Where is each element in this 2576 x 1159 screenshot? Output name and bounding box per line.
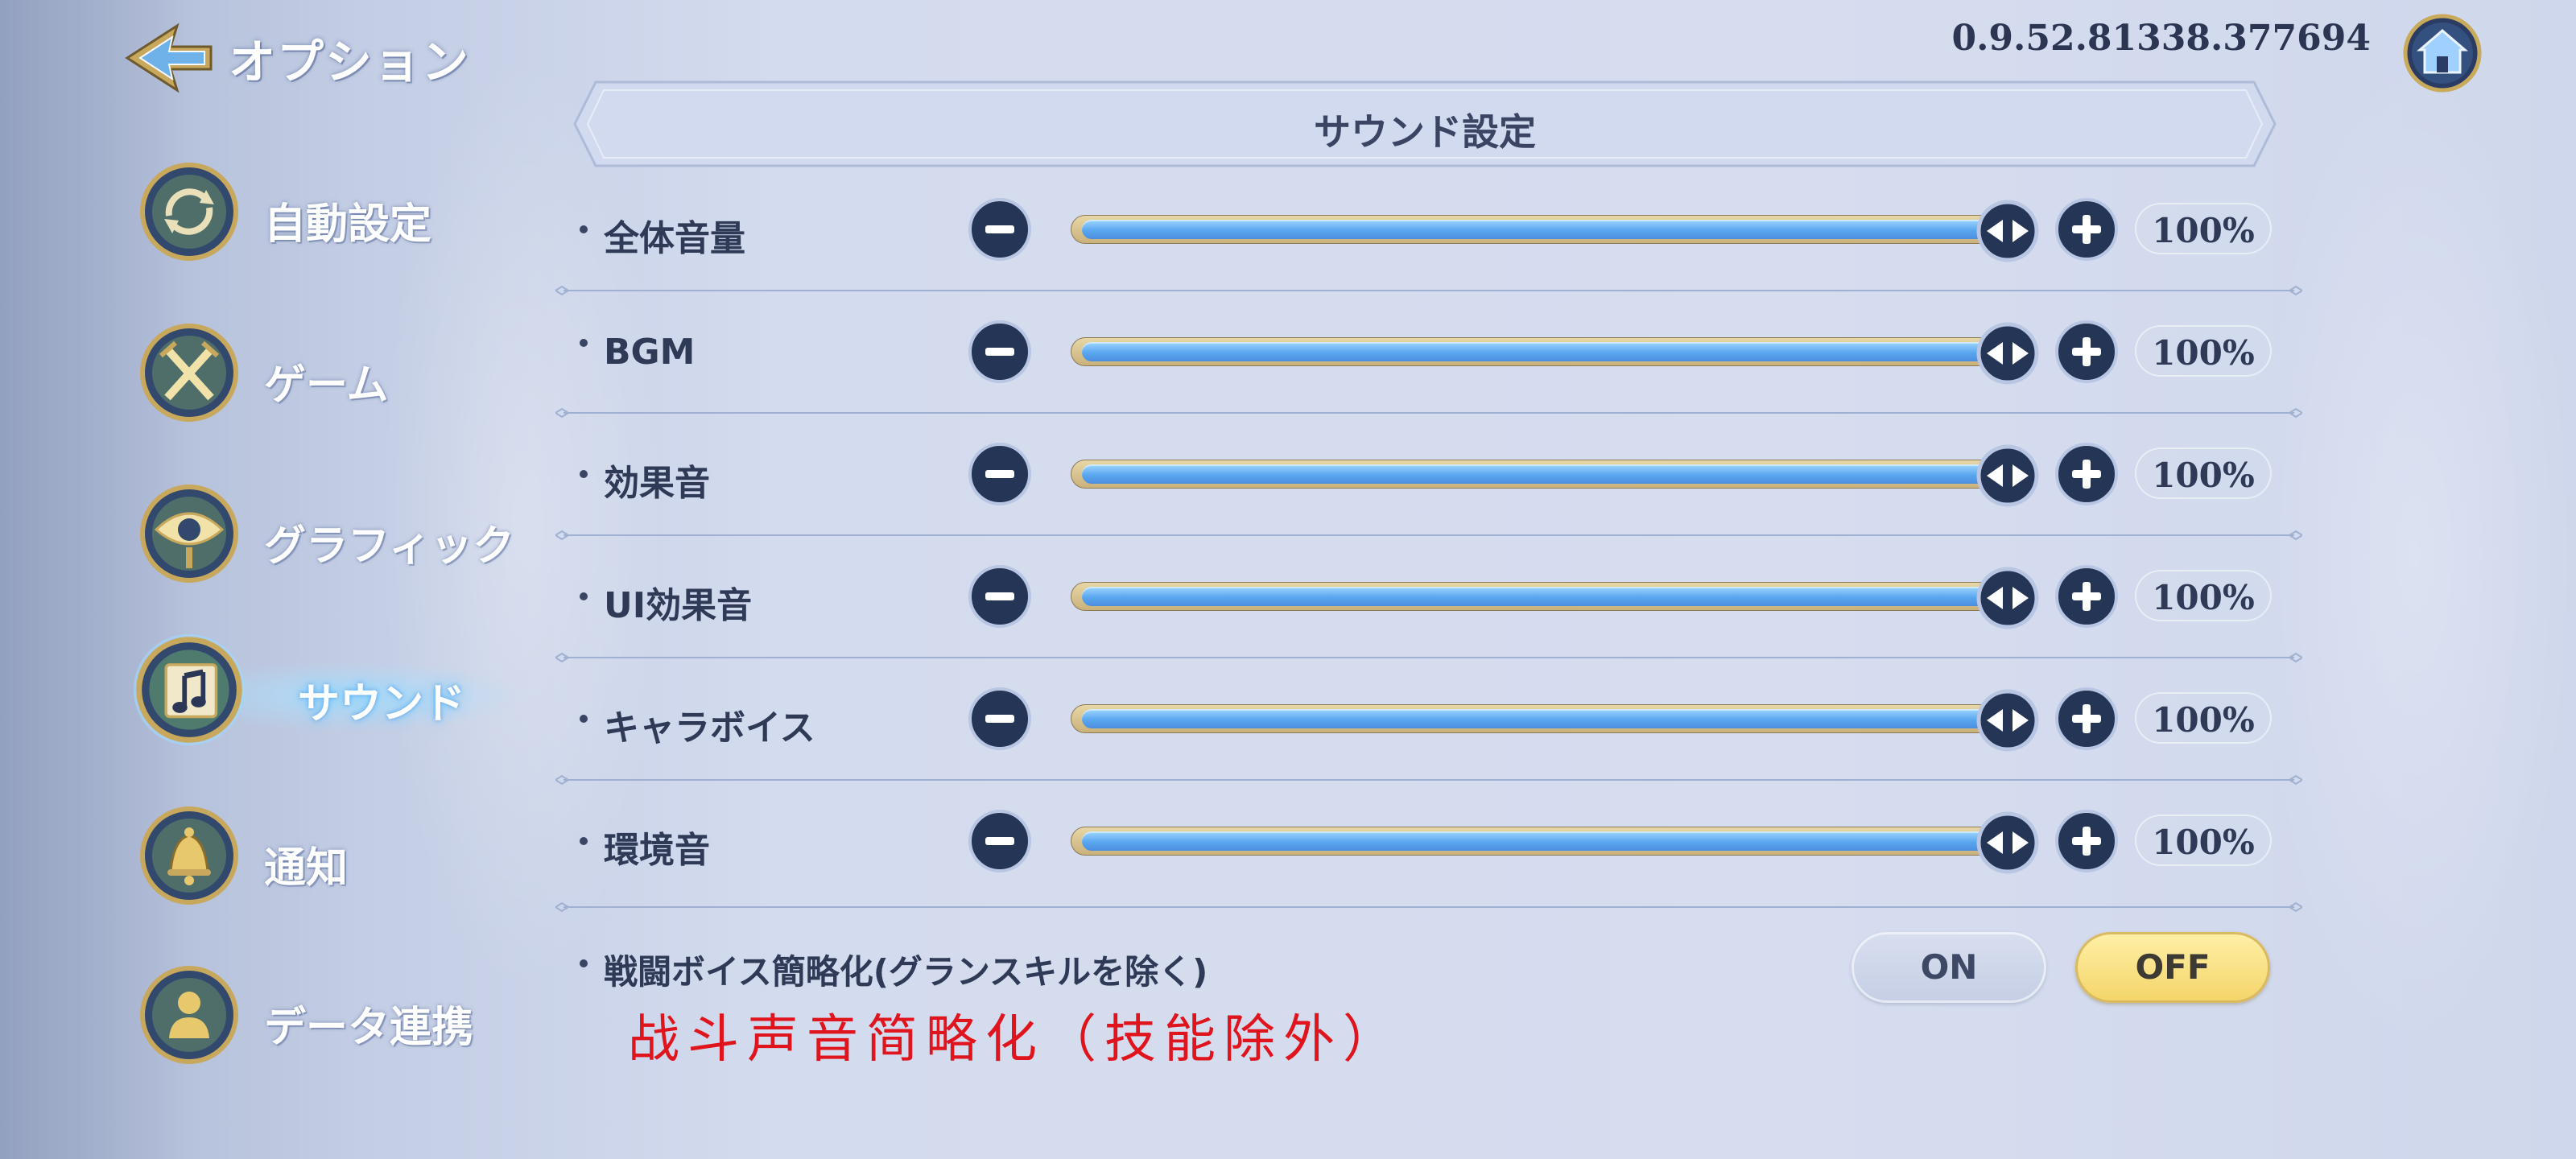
- increase-button[interactable]: [2054, 442, 2119, 506]
- toggle-label: 戦闘ボイス簡略化(グランスキルを除く): [604, 952, 1208, 992]
- eye-icon: [140, 485, 238, 583]
- value-box: 100%: [2135, 325, 2272, 377]
- row-divider: [555, 774, 2302, 786]
- sidebar-item-auto-settings[interactable]: 自動設定: [137, 159, 507, 264]
- value-text: 100%: [2152, 211, 2255, 250]
- increase-button[interactable]: [2054, 564, 2119, 629]
- slider-fill: [1082, 587, 2008, 606]
- toggle-on-button[interactable]: ON: [1852, 932, 2046, 1003]
- version-text: 0.9.52.81338.377694: [1951, 18, 2371, 59]
- bullet: [580, 959, 588, 967]
- decrease-button[interactable]: [968, 320, 1032, 384]
- decrease-button[interactable]: [968, 687, 1032, 751]
- increase-button[interactable]: [2054, 687, 2119, 751]
- home-icon: [2403, 14, 2482, 93]
- music-note-icon: [133, 633, 246, 746]
- slider-row-ui-sound-effects: UI効果音 100%: [555, 536, 2302, 657]
- slider-label: 環境音: [604, 830, 710, 871]
- translation-annotation: 战斗声音简略化（技能除外）: [628, 1010, 1402, 1070]
- slider-row-sound-effects: 効果音 100%: [555, 414, 2302, 534]
- back-button[interactable]: [121, 18, 217, 98]
- value-text: 100%: [2152, 700, 2255, 740]
- slider-fill: [1082, 464, 2008, 484]
- slider-handle-icon[interactable]: [1975, 810, 2040, 875]
- sidebar-item-notifications[interactable]: 通知: [137, 803, 507, 908]
- slider-row-bgm: BGM 100%: [555, 291, 2302, 412]
- home-button[interactable]: [2402, 13, 2483, 93]
- toggle-off-button[interactable]: OFF: [2075, 932, 2270, 1003]
- crossed-swords-icon: [140, 324, 238, 422]
- sidebar-label-sound: サウンド: [298, 680, 466, 728]
- decrease-button[interactable]: [968, 197, 1032, 262]
- sidebar-label-notifications: 通知: [264, 844, 349, 893]
- section-title: サウンド設定: [1314, 110, 1536, 154]
- slider-row-master-volume: 全体音量 100%: [555, 169, 2302, 290]
- bullet: [580, 837, 588, 845]
- slider-row-ambient-sound: 環境音 100%: [555, 781, 2302, 901]
- decrease-button[interactable]: [968, 809, 1032, 873]
- row-divider: [555, 407, 2302, 419]
- volume-slider[interactable]: [1061, 322, 2039, 385]
- slider-label: UI効果音: [604, 585, 753, 626]
- volume-slider[interactable]: [1061, 200, 2039, 262]
- volume-slider[interactable]: [1061, 444, 2039, 507]
- slider-fill: [1082, 342, 2008, 361]
- auto-settings-icon: [140, 163, 238, 261]
- volume-slider[interactable]: [1061, 567, 2039, 629]
- user-icon: [140, 966, 238, 1064]
- bullet: [580, 225, 588, 233]
- sidebar-item-game[interactable]: ゲーム: [137, 320, 507, 425]
- bullet: [580, 592, 588, 600]
- increase-button[interactable]: [2054, 320, 2119, 384]
- sidebar-label-auto-settings: 自動設定: [264, 200, 432, 249]
- slider-handle-icon[interactable]: [1975, 321, 2040, 386]
- slider-fill: [1082, 709, 2008, 728]
- bullet: [580, 339, 588, 347]
- value-text: 100%: [2152, 578, 2255, 617]
- bell-icon: [140, 806, 238, 905]
- value-box: 100%: [2135, 692, 2272, 744]
- row-divider: [555, 285, 2302, 296]
- slider-handle-icon[interactable]: [1975, 199, 2040, 263]
- sidebar-item-data-link[interactable]: データ連携: [137, 963, 507, 1067]
- section-header: サウンド設定: [555, 74, 2294, 174]
- value-text: 100%: [2152, 333, 2255, 373]
- value-box: 100%: [2135, 570, 2272, 621]
- slider-handle-icon[interactable]: [1975, 566, 2040, 630]
- row-divider: [555, 652, 2302, 663]
- slider-fill: [1082, 831, 2008, 851]
- slider-label: キャラボイス: [604, 707, 815, 749]
- decrease-button[interactable]: [968, 564, 1032, 629]
- slider-label: BGM: [604, 332, 696, 373]
- sidebar-item-sound[interactable]: サウンド: [133, 633, 523, 746]
- increase-button[interactable]: [2054, 809, 2119, 873]
- bullet: [580, 470, 588, 478]
- page-title: オプション: [229, 35, 471, 89]
- volume-slider[interactable]: [1061, 811, 2039, 874]
- slider-label: 効果音: [604, 463, 710, 504]
- slider-label: 全体音量: [604, 218, 745, 259]
- sidebar-label-game: ゲーム: [264, 361, 389, 410]
- sidebar-item-graphics[interactable]: グラフィック: [137, 481, 514, 586]
- value-box: 100%: [2135, 448, 2272, 499]
- value-text: 100%: [2152, 823, 2255, 862]
- row-divider: [555, 901, 2302, 913]
- slider-handle-icon[interactable]: [1975, 688, 2040, 753]
- value-text: 100%: [2152, 456, 2255, 495]
- sidebar-label-graphics: グラフィック: [264, 522, 514, 571]
- slider-fill: [1082, 220, 2008, 239]
- volume-slider[interactable]: [1061, 689, 2039, 752]
- back-arrow-icon: [125, 23, 213, 93]
- bullet: [580, 715, 588, 723]
- sidebar-label-data-link: データ連携: [264, 1004, 474, 1052]
- row-divider: [555, 530, 2302, 541]
- slider-row-character-voice: キャラボイス 100%: [555, 658, 2302, 779]
- slider-handle-icon[interactable]: [1975, 443, 2040, 508]
- increase-button[interactable]: [2054, 197, 2119, 262]
- decrease-button[interactable]: [968, 442, 1032, 506]
- value-box: 100%: [2135, 815, 2272, 866]
- background-character-right: [2254, 48, 2576, 1062]
- value-box: 100%: [2135, 203, 2272, 254]
